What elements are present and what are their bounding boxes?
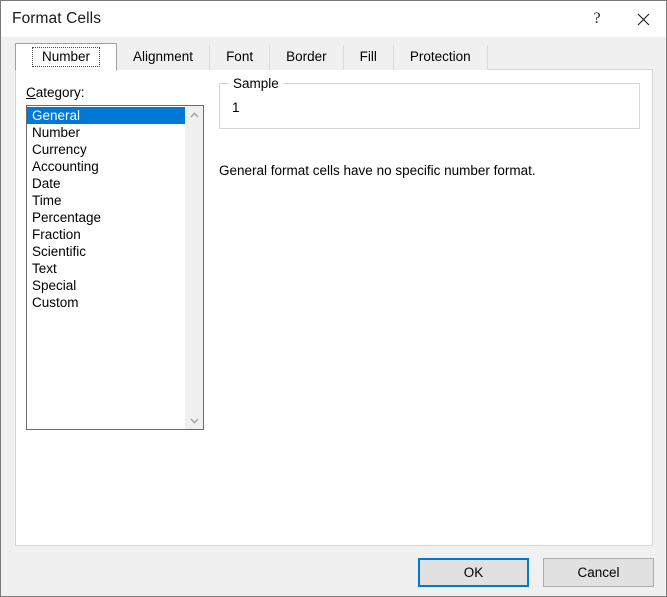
- category-list-item[interactable]: Percentage: [27, 209, 185, 226]
- format-description: General format cells have no specific nu…: [219, 163, 536, 178]
- sample-value: 1: [232, 100, 240, 115]
- close-button[interactable]: [620, 2, 666, 37]
- help-question-icon: ?: [593, 10, 601, 27]
- category-list-item[interactable]: Custom: [27, 294, 185, 311]
- tab-fill[interactable]: Fill: [343, 45, 394, 70]
- scrollbar-track[interactable]: [186, 123, 203, 412]
- tab-number-label: Number: [32, 46, 101, 68]
- category-listbox[interactable]: General Number Currency Accounting Date Time P…: [26, 105, 204, 430]
- tab-font-label: Font: [226, 49, 254, 65]
- tab-fill-label: Fill: [359, 49, 377, 65]
- category-list-items: General Number Currency Accounting Date Time P…: [27, 106, 185, 429]
- category-list-item[interactable]: Scientific: [27, 243, 185, 260]
- category-list-item[interactable]: Time: [27, 192, 185, 209]
- help-button[interactable]: ?: [574, 2, 620, 37]
- category-label: Category:: [26, 85, 85, 100]
- category-list-item[interactable]: Date: [27, 175, 185, 192]
- number-tab-panel: Category: General Number Currency Accountin…: [15, 69, 653, 546]
- category-label-rest: ategory:: [35, 85, 85, 100]
- category-list-item[interactable]: Accounting: [27, 158, 185, 175]
- ok-button[interactable]: OK: [418, 558, 529, 587]
- tab-alignment[interactable]: Alignment: [117, 45, 211, 70]
- category-list-item[interactable]: Text: [27, 260, 185, 277]
- dialog-footer: OK Cancel: [1, 546, 666, 596]
- category-scrollbar[interactable]: [185, 106, 203, 429]
- window-title: Format Cells: [12, 10, 102, 27]
- tab-strip: Number Alignment Font Border Fill Protec…: [15, 43, 488, 71]
- tab-protection[interactable]: Protection: [393, 45, 488, 70]
- category-list-item[interactable]: Number: [27, 124, 185, 141]
- format-cells-dialog: Format Cells ? Number Alignment Font Bor…: [0, 0, 667, 597]
- sample-groupbox-legend: Sample: [229, 75, 283, 93]
- tab-border-label: Border: [286, 49, 327, 65]
- cancel-button[interactable]: Cancel: [543, 558, 654, 587]
- category-list-item[interactable]: Special: [27, 277, 185, 294]
- category-list-item[interactable]: Currency: [27, 141, 185, 158]
- tab-font[interactable]: Font: [210, 45, 271, 70]
- tab-protection-label: Protection: [409, 49, 471, 65]
- category-label-accel: C: [26, 85, 36, 100]
- chevron-down-icon[interactable]: [186, 412, 203, 429]
- sample-groupbox: Sample 1: [219, 75, 640, 129]
- title-bar: Format Cells ?: [1, 1, 666, 37]
- tab-number[interactable]: Number: [15, 43, 118, 71]
- tab-alignment-label: Alignment: [133, 49, 194, 65]
- category-list-item[interactable]: Fraction: [27, 226, 185, 243]
- chevron-up-icon[interactable]: [186, 106, 203, 123]
- category-list-item[interactable]: General: [27, 107, 185, 124]
- tab-border[interactable]: Border: [270, 45, 344, 70]
- close-icon: [637, 13, 649, 25]
